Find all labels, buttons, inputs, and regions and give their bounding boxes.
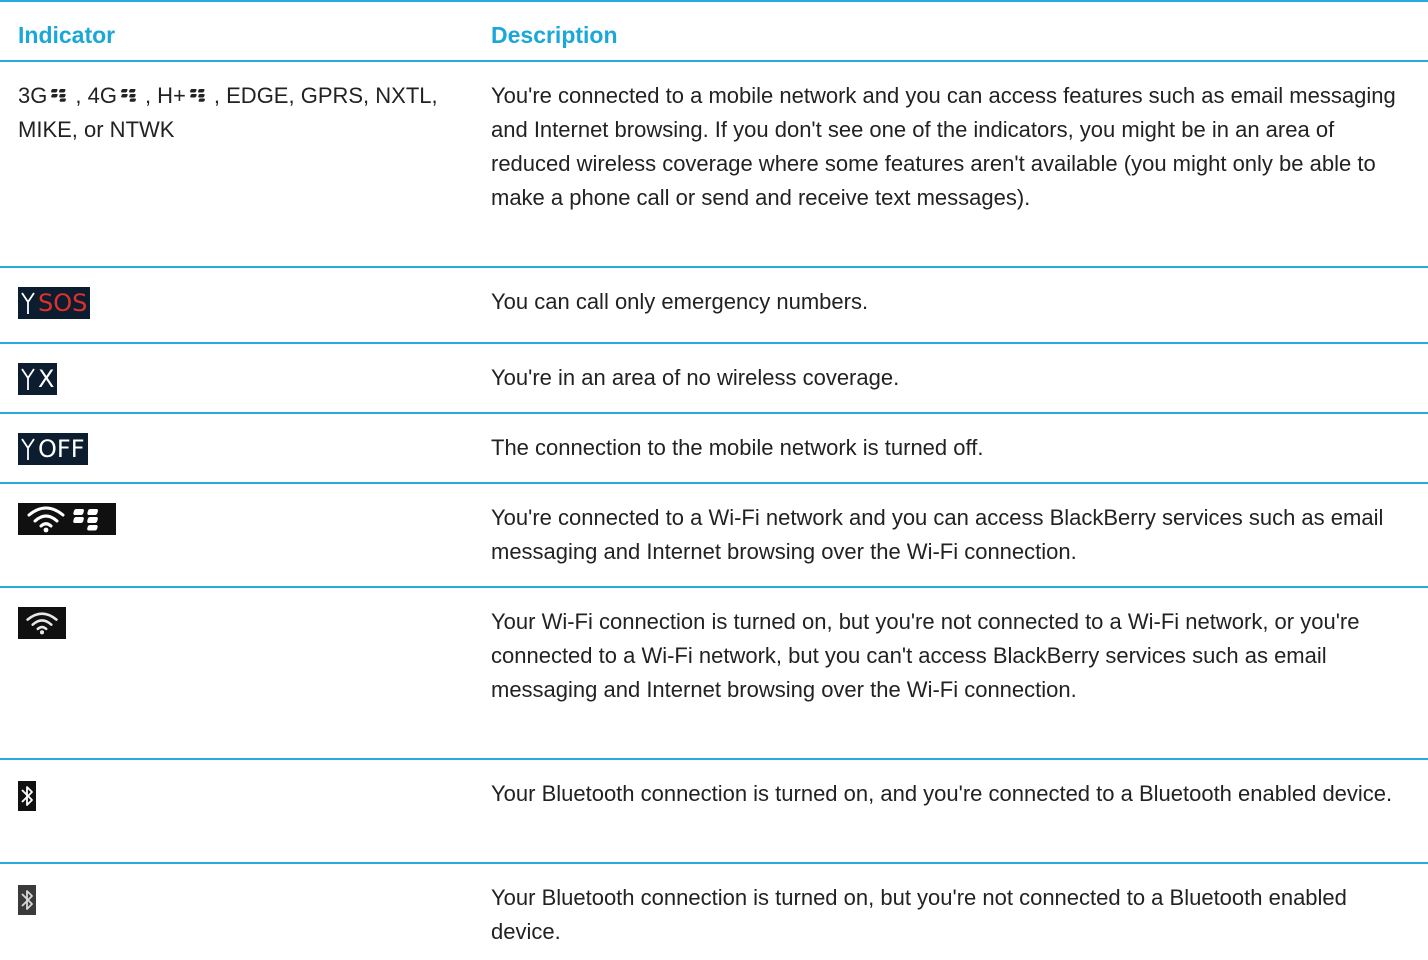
signal-off-indicator: OFF (18, 433, 88, 465)
table-row: 3G, 4G, H+, EDGE, GPRS, NXTL, MIKE, or N… (0, 62, 1428, 268)
description-cell: Your Wi-Fi connection is turned on, but … (491, 609, 1360, 702)
table-row: X You're in an area of no wireless cover… (0, 344, 1428, 414)
table-row: Your Bluetooth connection is turned on, … (0, 864, 1428, 960)
table-row: OFF The connection to the mobile network… (0, 414, 1428, 484)
blackberry-logo-icon (121, 89, 136, 102)
blackberry-logo-icon (51, 89, 67, 102)
off-label: OFF (38, 435, 85, 463)
blackberry-logo-icon (73, 509, 98, 531)
no-coverage-label: X (38, 365, 55, 393)
blackberry-logo-icon (189, 89, 205, 102)
indicator-cell (0, 484, 473, 586)
signal-no-coverage-indicator: X (18, 363, 58, 395)
antenna-icon (21, 292, 35, 314)
indicator-cell (0, 864, 473, 960)
indicator-cell: 3G, 4G, H+, EDGE, GPRS, NXTL, MIKE, or N… (0, 62, 473, 266)
indicator-cell: SOS (0, 268, 473, 342)
table-row: You're connected to a Wi-Fi network and … (0, 484, 1428, 588)
description-cell: Your Bluetooth connection is turned on, … (491, 885, 1347, 944)
bluetooth-glyph (18, 781, 36, 811)
table-header-row: Indicator Description (0, 0, 1428, 62)
description-cell: You're in an area of no wireless coverag… (491, 365, 900, 390)
indicator-hplus-label: , H+ (144, 83, 186, 108)
description-cell: You're connected to a mobile network and… (491, 83, 1396, 210)
indicator-cell (0, 760, 473, 862)
description-cell: You're connected to a Wi-Fi network and … (491, 505, 1384, 564)
description-cell: Your Bluetooth connection is turned on, … (491, 781, 1393, 806)
indicator-cell: OFF (0, 414, 473, 482)
table-row: Your Bluetooth connection is turned on, … (0, 760, 1428, 864)
indicator-column-header: Indicator (18, 22, 116, 48)
wifi-icon (18, 607, 66, 639)
indicator-cell: X (0, 344, 473, 412)
indicator-3g-label: 3G (18, 83, 48, 108)
wifi-glyph (26, 612, 58, 635)
description-cell: The connection to the mobile network is … (491, 435, 984, 460)
description-column-header: Description (491, 22, 618, 48)
table-row: SOS You can call only emergency numbers. (0, 268, 1428, 344)
bluetooth-glyph (18, 885, 36, 915)
sos-label: SOS (38, 289, 88, 317)
antenna-icon (21, 438, 35, 460)
antenna-icon (21, 368, 35, 390)
bluetooth-connected-icon (18, 781, 36, 811)
bluetooth-on-icon (18, 885, 36, 915)
signal-sos-indicator: SOS (18, 287, 91, 319)
indicator-4g-label: , 4G (75, 83, 117, 108)
indicator-table: Indicator Description 3G, 4G, H+, EDGE, … (0, 0, 1428, 960)
wifi-icon (27, 506, 65, 533)
wifi-blackberry-icon (18, 503, 116, 535)
description-cell: You can call only emergency numbers. (491, 289, 869, 314)
indicator-cell (0, 588, 473, 758)
table-row: Your Wi-Fi connection is turned on, but … (0, 588, 1428, 760)
